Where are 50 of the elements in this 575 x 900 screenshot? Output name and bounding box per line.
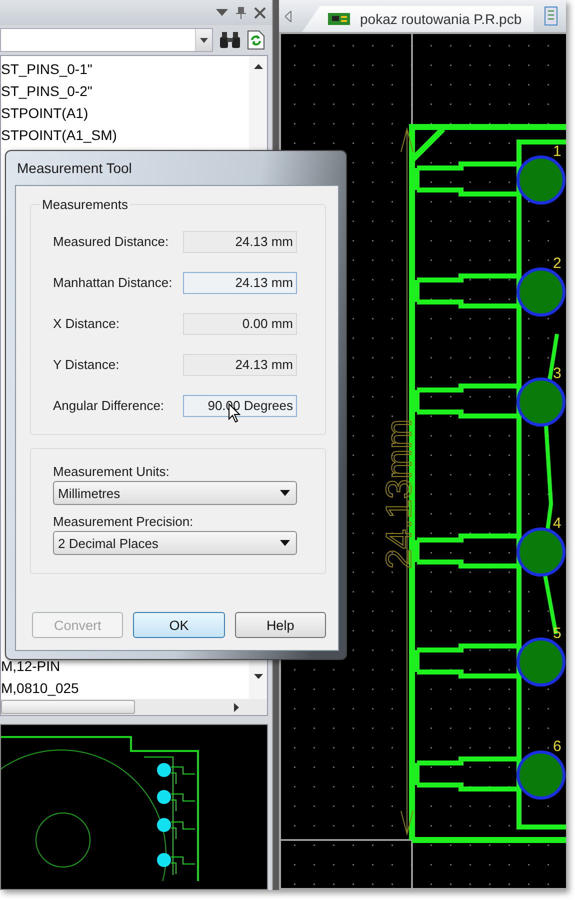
- pad-number: 3: [553, 365, 562, 382]
- readonly-field[interactable]: 0.00 mm: [183, 312, 297, 334]
- readonly-field[interactable]: 24.13 mm: [183, 354, 297, 376]
- dropdown-label: Measurement Units:: [53, 463, 170, 481]
- pad-number: 4: [553, 515, 562, 532]
- field-label: Manhattan Distance:: [53, 275, 174, 290]
- schematic-file-icon[interactable]: [544, 6, 558, 26]
- field-label: X Distance:: [53, 316, 120, 331]
- group-title: Measurements: [40, 197, 130, 212]
- pcb-file-icon: [328, 12, 350, 26]
- readonly-field[interactable]: 24.13 mm: [183, 272, 297, 294]
- list-item[interactable]: ST_PINS_0-1": [1, 58, 92, 80]
- pad: [516, 638, 566, 686]
- pad-number: 1: [553, 143, 562, 160]
- list-item[interactable]: STPOINT(A1_SM): [1, 124, 117, 146]
- readonly-field[interactable]: 24.13 mm: [183, 230, 297, 252]
- list-item[interactable]: STPOINT(A1): [1, 102, 88, 124]
- dialog-button[interactable]: Help: [234, 612, 326, 638]
- scroll-left-icon[interactable]: [285, 10, 292, 22]
- dropdown-label: Measurement Precision:: [53, 513, 194, 531]
- dimension-label: 24.13mm: [378, 418, 419, 570]
- close-icon[interactable]: [254, 6, 266, 18]
- tab-label: pokaz routowania P.R.pcb: [360, 11, 522, 27]
- scroll-down-icon[interactable]: [254, 674, 262, 679]
- scrollbar-thumb[interactable]: [1, 700, 135, 714]
- field-label: Measured Distance:: [53, 234, 170, 249]
- field-label: Angular Difference:: [53, 398, 166, 413]
- pad-number: 6: [553, 738, 562, 755]
- dropdown-caret-icon[interactable]: [216, 8, 228, 16]
- pad-number: 2: [553, 255, 562, 272]
- list-item[interactable]: ST_PINS_0-2": [1, 80, 92, 102]
- dropdown[interactable]: Millimetres: [53, 481, 297, 505]
- scroll-up-icon[interactable]: [254, 64, 262, 69]
- field-label: Y Distance:: [53, 357, 120, 372]
- pad: [516, 268, 566, 316]
- list-item[interactable]: M,0810_025: [1, 677, 79, 699]
- pin-icon[interactable]: [236, 6, 246, 19]
- refresh-icon[interactable]: [247, 30, 265, 50]
- dropdown-arrow-icon: [280, 540, 290, 546]
- pad: [516, 156, 566, 204]
- dropdown[interactable]: 2 Decimal Places: [53, 531, 297, 555]
- document-tab[interactable]: pokaz routowania P.R.pcb: [302, 6, 534, 32]
- dropdown-arrow-icon: [280, 490, 290, 496]
- pad: [516, 750, 566, 800]
- scroll-right-icon[interactable]: [234, 702, 239, 712]
- dialog-title: Measurement Tool: [17, 160, 132, 176]
- dialog-button[interactable]: OK: [133, 612, 225, 638]
- pad: [516, 378, 566, 426]
- pad: [516, 528, 566, 576]
- binoculars-icon[interactable]: [219, 31, 241, 49]
